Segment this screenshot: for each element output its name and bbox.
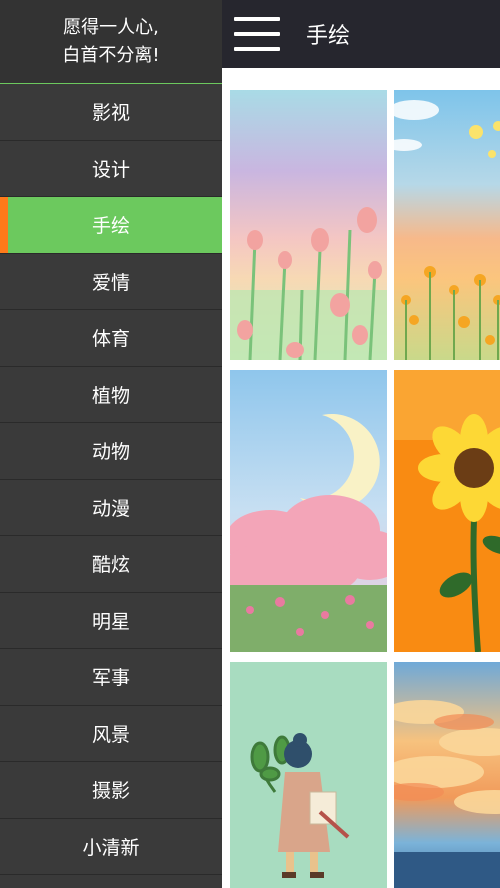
image-tile-sunset-clouds[interactable] — [394, 662, 500, 888]
menu-item-love[interactable]: 爱情 — [0, 253, 222, 310]
menu-item-photography[interactable]: 摄影 — [0, 762, 222, 819]
image-tile-tulip-field[interactable] — [230, 90, 387, 360]
menu-item-animals[interactable]: 动物 — [0, 423, 222, 480]
image-tile-sunset-flowers[interactable] — [394, 90, 500, 360]
drawer-header: 愿得一人心, 白首不分离! — [0, 0, 222, 84]
active-marker — [0, 197, 8, 253]
page-title: 手绘 — [306, 24, 351, 49]
app-root: 手绘 愿得一人心, 白首不分离! 影视 设计 手绘 爱情 体育 植物 动物 动漫… — [0, 0, 500, 888]
category-menu: 影视 设计 手绘 爱情 体育 植物 动物 动漫 酷炫 明星 军事 风景 摄影 小… — [0, 84, 222, 875]
top-bar: 手绘 — [222, 0, 500, 68]
menu-item-cool[interactable]: 酷炫 — [0, 536, 222, 593]
menu-item-design[interactable]: 设计 — [0, 140, 222, 197]
navigation-drawer: 愿得一人心, 白首不分离! 影视 设计 手绘 爱情 体育 植物 动物 动漫 酷炫… — [0, 0, 222, 888]
drawer-header-line-2: 白首不分离! — [62, 44, 160, 66]
menu-item-fresh[interactable]: 小清新 — [0, 818, 222, 875]
menu-item-military[interactable]: 军事 — [0, 649, 222, 706]
hamburger-menu-icon[interactable] — [234, 17, 280, 51]
menu-item-plants[interactable]: 植物 — [0, 366, 222, 423]
image-tile-crescent-moon[interactable] — [230, 370, 387, 652]
main-content: 手绘 — [222, 0, 500, 888]
image-tile-sunflower[interactable] — [394, 370, 500, 652]
image-tile-girl-with-plant[interactable] — [230, 662, 387, 888]
menu-item-sports[interactable]: 体育 — [0, 310, 222, 367]
menu-item-movies[interactable]: 影视 — [0, 84, 222, 141]
menu-item-hand-drawn[interactable]: 手绘 — [0, 197, 222, 254]
menu-item-scenery[interactable]: 风景 — [0, 705, 222, 762]
menu-item-stars[interactable]: 明星 — [0, 592, 222, 649]
drawer-header-line-1: 愿得一人心, — [63, 16, 159, 38]
menu-item-anime[interactable]: 动漫 — [0, 479, 222, 536]
